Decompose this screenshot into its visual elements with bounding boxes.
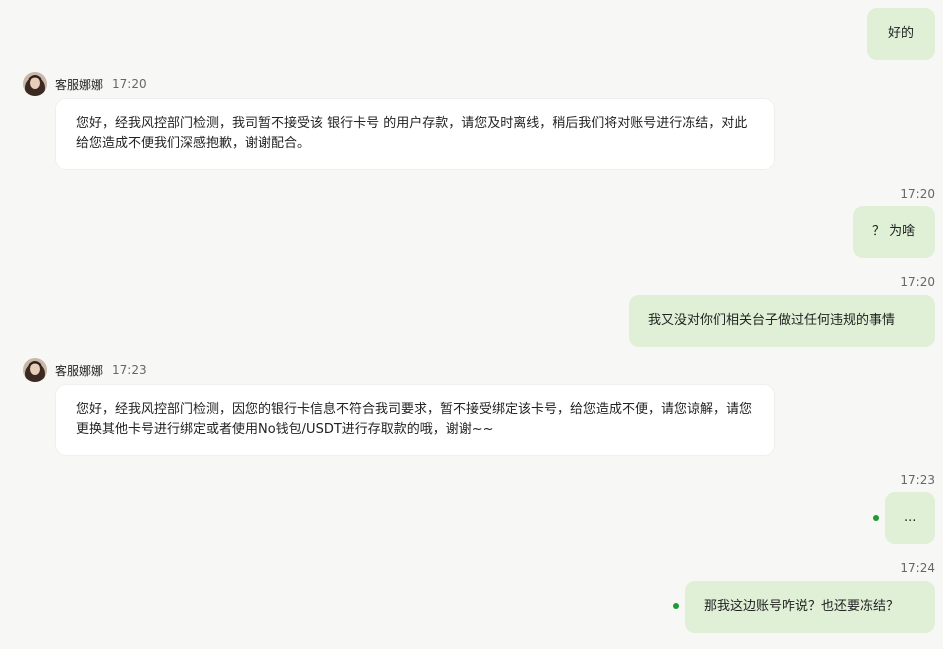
message-timestamp: 17:23 — [900, 473, 935, 487]
message-timestamp: 17:23 — [112, 363, 147, 377]
message-text: ？ 为啥 — [872, 224, 916, 239]
message-timestamp: 17:20 — [112, 77, 147, 91]
message-timestamp: 17:24 — [900, 561, 935, 575]
message-text: 好的 — [887, 26, 914, 41]
outgoing-message-bubble[interactable]: 我又没对你们相关台子做过任何违规的事情 — [629, 295, 935, 347]
message-timestamp: 17:20 — [900, 187, 935, 201]
incoming-message-header: 客服娜娜 17:23 — [23, 358, 147, 382]
message-status-dot — [673, 603, 679, 609]
outgoing-message-bubble[interactable]: 好的 — [867, 8, 935, 60]
message-text: 我又没对你们相关台子做过任何违规的事情 — [648, 313, 896, 328]
outgoing-message-bubble[interactable]: 那我这边账号咋说？也还要冻结？ — [685, 581, 935, 633]
outgoing-message-bubble[interactable]: ... — [885, 492, 935, 544]
avatar[interactable] — [23, 358, 47, 382]
sender-name: 客服娜娜 — [55, 363, 104, 378]
message-text: 您好，经我风控部门检测，因您的银行卡信息不符合我司要求，暂不接受绑定该卡号，给您… — [76, 402, 753, 437]
message-timestamp: 17:20 — [900, 275, 935, 289]
incoming-message-header: 客服娜娜 17:20 — [23, 72, 147, 96]
incoming-message-bubble[interactable]: 您好，经我风控部门检测，我司暂不接受该 银行卡号 的用户存款，请您及时离线，稍后… — [56, 99, 774, 169]
sender-name: 客服娜娜 — [55, 77, 104, 92]
outgoing-message-bubble[interactable]: ？ 为啥 — [853, 206, 935, 258]
chat-window: 好的 客服娜娜 17:20 您好，经我风控部门检测，我司暂不接受该 银行卡号 的… — [0, 0, 943, 649]
message-status-dot — [873, 515, 879, 521]
message-text: ... — [904, 510, 917, 525]
avatar[interactable] — [23, 72, 47, 96]
message-text: 那我这边账号咋说？也还要冻结？ — [704, 599, 900, 614]
message-text: 您好，经我风控部门检测，我司暂不接受该 银行卡号 的用户存款，请您及时离线，稍后… — [76, 116, 748, 151]
incoming-message-bubble[interactable]: 您好，经我风控部门检测，因您的银行卡信息不符合我司要求，暂不接受绑定该卡号，给您… — [56, 385, 774, 455]
